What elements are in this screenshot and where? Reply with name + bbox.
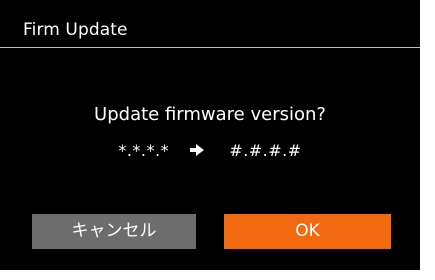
firmware-update-screen: Firm Update Update firmware version? *.*… bbox=[0, 0, 420, 270]
screen-header: Firm Update bbox=[0, 0, 420, 47]
version-row: *.*.*.* #.#.#.# bbox=[0, 138, 420, 162]
update-question: Update firmware version? bbox=[94, 104, 326, 125]
ok-button[interactable]: OK bbox=[224, 214, 391, 249]
arrow-right-icon bbox=[190, 143, 205, 156]
new-version: #.#.#.# bbox=[229, 140, 302, 160]
header-divider bbox=[0, 47, 420, 48]
screen-title: Firm Update bbox=[23, 20, 128, 40]
cancel-button[interactable]: キャンセル bbox=[32, 214, 196, 249]
current-version: *.*.*.* bbox=[118, 140, 170, 160]
